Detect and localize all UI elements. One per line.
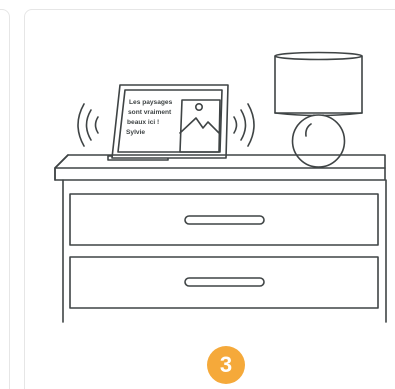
page: Les paysages sont vraiment beaux ici ! S… xyxy=(0,0,395,389)
tablet-text-line4: Sylvie xyxy=(126,129,145,136)
wireless-waves-icon xyxy=(233,103,255,147)
dresser-illustration: Les paysages sont vraiment beaux ici ! S… xyxy=(54,51,387,323)
tablet-text-line2: sont vraiment xyxy=(128,109,172,116)
lamp-base xyxy=(291,114,346,168)
tablet-text-line1: Les paysages xyxy=(129,99,173,106)
lamp-shade xyxy=(274,55,363,114)
tablet: Les paysages sont vraiment beaux ici ! S… xyxy=(111,84,229,159)
top-drawer-handle xyxy=(184,215,265,225)
lamp-shade-top xyxy=(274,51,363,61)
bottom-drawer-handle xyxy=(184,277,265,287)
step-number-badge: 3 xyxy=(207,346,245,384)
wireless-waves-icon xyxy=(77,103,99,147)
tablet-text-line3: beaux ici ! xyxy=(127,119,159,126)
